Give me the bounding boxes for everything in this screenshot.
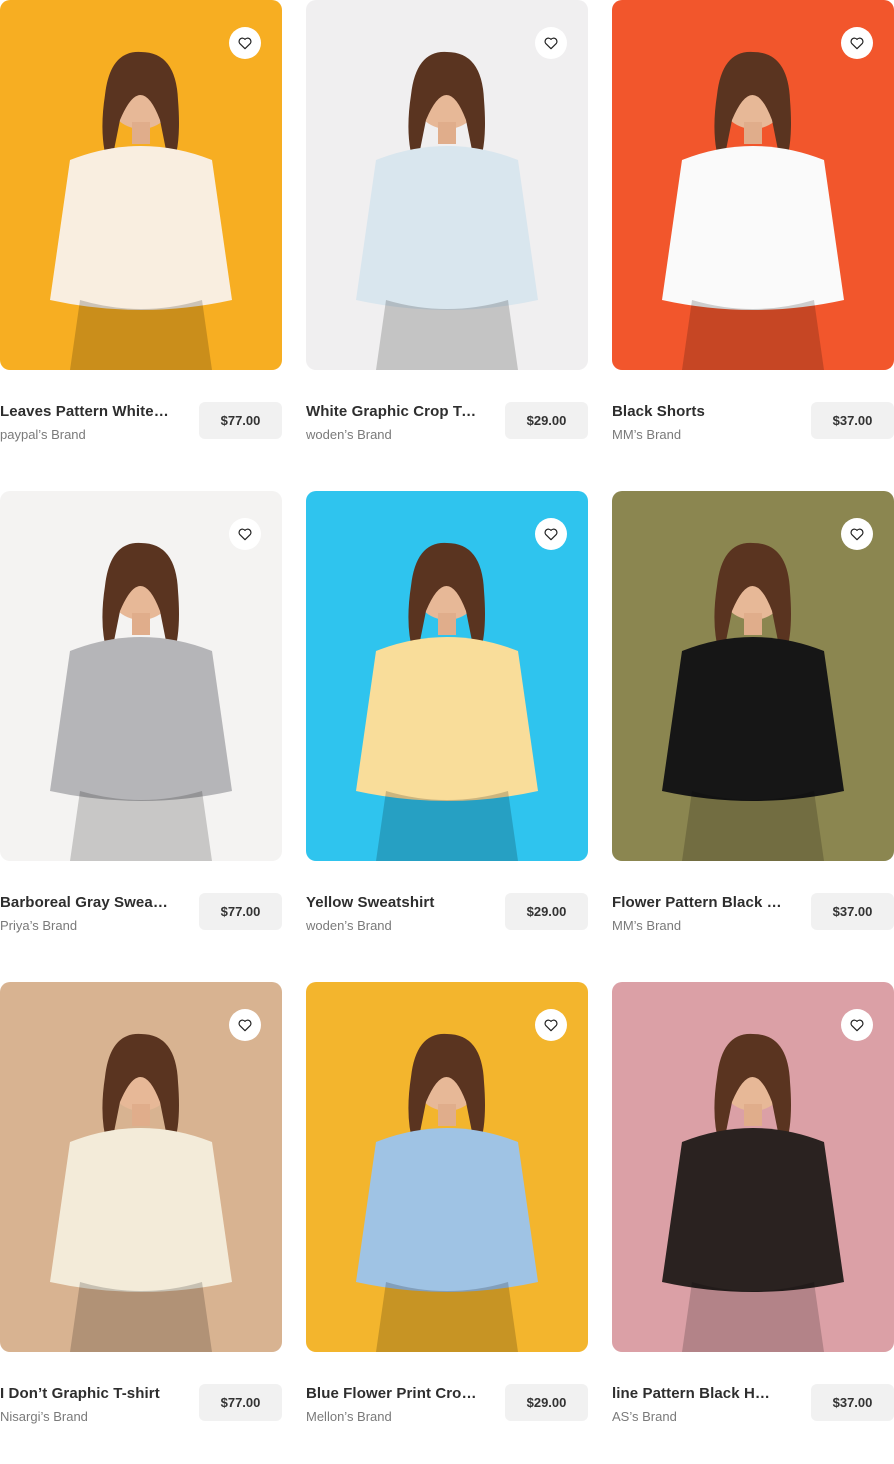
product-meta: line Pattern Black H… AS’s Brand $37.00	[612, 1384, 894, 1464]
favorite-button[interactable]	[841, 1009, 873, 1041]
product-name[interactable]: Leaves Pattern White…	[0, 403, 172, 420]
product-image[interactable]	[306, 491, 588, 861]
heart-icon	[544, 37, 558, 50]
product-name[interactable]: Black Shorts	[612, 403, 784, 420]
product-card[interactable]: Yellow Sweatshirt woden’s Brand $29.00	[306, 491, 588, 973]
product-meta: Barboreal Gray Sweats… Priya’s Brand $77…	[0, 893, 282, 973]
product-image[interactable]	[0, 491, 282, 861]
product-brand: Mellon’s Brand	[306, 1409, 392, 1424]
product-card[interactable]: White Graphic Crop Top woden’s Brand $29…	[306, 0, 588, 482]
heart-icon	[850, 1019, 864, 1032]
product-meta: Leaves Pattern White… paypal’s Brand $77…	[0, 402, 282, 482]
product-meta: White Graphic Crop Top woden’s Brand $29…	[306, 402, 588, 482]
heart-icon	[238, 1019, 252, 1032]
heart-icon	[850, 528, 864, 541]
favorite-button[interactable]	[229, 518, 261, 550]
price-button[interactable]: $29.00	[505, 1384, 588, 1421]
product-card[interactable]: Barboreal Gray Sweats… Priya’s Brand $77…	[0, 491, 282, 973]
product-meta: I Don’t Graphic T-shirt Nisargi’s Brand …	[0, 1384, 282, 1464]
product-image[interactable]	[612, 491, 894, 861]
price-button[interactable]: $29.00	[505, 402, 588, 439]
product-brand: Priya’s Brand	[0, 918, 78, 933]
favorite-button[interactable]	[535, 518, 567, 550]
product-card[interactable]: Leaves Pattern White… paypal’s Brand $77…	[0, 0, 282, 482]
price-button[interactable]: $37.00	[811, 1384, 894, 1421]
product-card[interactable]: I Don’t Graphic T-shirt Nisargi’s Brand …	[0, 982, 282, 1464]
favorite-button[interactable]	[841, 518, 873, 550]
favorite-button[interactable]	[841, 27, 873, 59]
product-card[interactable]: Blue Flower Print Crop … Mellon’s Brand …	[306, 982, 588, 1464]
product-card[interactable]: Flower Pattern Black C… MM’s Brand $37.0…	[612, 491, 894, 973]
product-brand: woden’s Brand	[306, 918, 392, 933]
favorite-button[interactable]	[535, 27, 567, 59]
product-brand: woden’s Brand	[306, 427, 392, 442]
product-image[interactable]	[0, 0, 282, 370]
product-name[interactable]: Barboreal Gray Sweats…	[0, 894, 172, 911]
product-image[interactable]	[612, 0, 894, 370]
product-name[interactable]: Yellow Sweatshirt	[306, 894, 478, 911]
price-button[interactable]: $37.00	[811, 402, 894, 439]
price-button[interactable]: $29.00	[505, 893, 588, 930]
product-image[interactable]	[0, 982, 282, 1352]
product-card[interactable]: Black Shorts MM’s Brand $37.00	[612, 0, 894, 482]
heart-icon	[238, 37, 252, 50]
heart-icon	[544, 1019, 558, 1032]
product-meta: Flower Pattern Black C… MM’s Brand $37.0…	[612, 893, 894, 973]
product-brand: paypal’s Brand	[0, 427, 86, 442]
product-image[interactable]	[306, 0, 588, 370]
price-button[interactable]: $77.00	[199, 1384, 282, 1421]
price-button[interactable]: $37.00	[811, 893, 894, 930]
product-name[interactable]: Flower Pattern Black C…	[612, 894, 784, 911]
heart-icon	[544, 528, 558, 541]
product-meta: Yellow Sweatshirt woden’s Brand $29.00	[306, 893, 588, 973]
favorite-button[interactable]	[229, 1009, 261, 1041]
favorite-button[interactable]	[229, 27, 261, 59]
product-name[interactable]: Blue Flower Print Crop …	[306, 1385, 478, 1402]
product-card[interactable]: line Pattern Black H… AS’s Brand $37.00	[612, 982, 894, 1464]
price-button[interactable]: $77.00	[199, 402, 282, 439]
product-name[interactable]: I Don’t Graphic T-shirt	[0, 1385, 172, 1402]
product-grid: Leaves Pattern White… paypal’s Brand $77…	[0, 0, 894, 1424]
product-brand: Nisargi’s Brand	[0, 1409, 88, 1424]
heart-icon	[850, 37, 864, 50]
product-brand: AS’s Brand	[612, 1409, 677, 1424]
product-brand: MM’s Brand	[612, 427, 682, 442]
price-button[interactable]: $77.00	[199, 893, 282, 930]
favorite-button[interactable]	[535, 1009, 567, 1041]
product-brand: MM’s Brand	[612, 918, 682, 933]
heart-icon	[238, 528, 252, 541]
product-name[interactable]: White Graphic Crop Top	[306, 403, 478, 420]
product-image[interactable]	[306, 982, 588, 1352]
product-meta: Blue Flower Print Crop … Mellon’s Brand …	[306, 1384, 588, 1464]
product-name[interactable]: line Pattern Black H…	[612, 1385, 784, 1402]
product-image[interactable]	[612, 982, 894, 1352]
product-meta: Black Shorts MM’s Brand $37.00	[612, 402, 894, 482]
